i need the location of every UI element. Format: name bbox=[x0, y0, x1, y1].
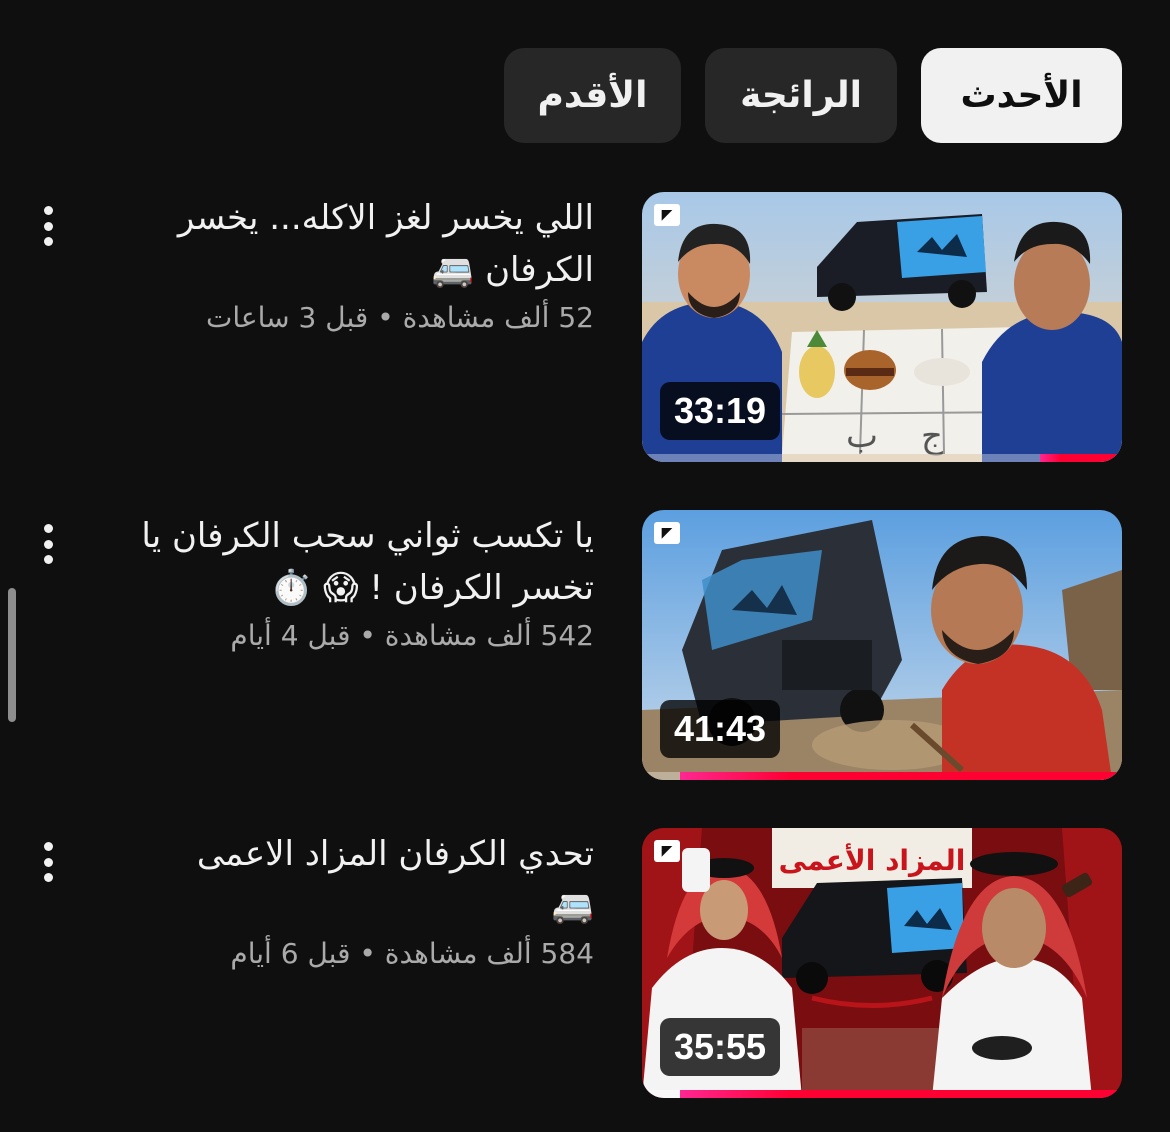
video-title: تحدي الكرفان المزاد الاعمى 🚐 bbox=[80, 828, 594, 932]
thumbnail-letter: ج bbox=[921, 416, 943, 456]
video-row[interactable]: ج ب ◤ 33:19 اللي يخسر لغز الاكله... يخسر… bbox=[0, 192, 1170, 462]
video-duration: 35:55 bbox=[660, 1018, 781, 1076]
watch-progress-bar bbox=[1040, 454, 1122, 462]
video-title-line: الكرفان 🚐 bbox=[431, 250, 594, 290]
video-title: اللي يخسر لغز الاكله... يخسر الكرفان 🚐 bbox=[80, 192, 594, 296]
scrollbar-thumb[interactable] bbox=[8, 588, 16, 722]
video-title-line: يا تكسب ثواني سحب الكرفان يا bbox=[141, 516, 594, 556]
watch-progress-bar bbox=[680, 1090, 1122, 1098]
video-duration: 33:19 bbox=[660, 382, 781, 440]
video-thumbnail[interactable]: ج ب ◤ 33:19 bbox=[642, 192, 1122, 462]
video-title-line: تحدي الكرفان المزاد الاعمى bbox=[196, 834, 594, 874]
progress-track bbox=[642, 772, 1122, 780]
shorts-badge-icon: ◤ bbox=[654, 840, 680, 862]
video-title: يا تكسب ثواني سحب الكرفان يا تخسر الكرفا… bbox=[80, 510, 594, 614]
filter-chip-newest[interactable]: الأحدث bbox=[921, 48, 1122, 143]
video-title-line: اللي يخسر لغز الاكله... يخسر bbox=[177, 198, 594, 238]
watch-progress-bar bbox=[680, 772, 1122, 780]
progress-track bbox=[642, 1090, 1122, 1098]
more-options-icon[interactable] bbox=[36, 206, 60, 246]
video-info[interactable]: يا تكسب ثواني سحب الكرفان يا تخسر الكرفا… bbox=[80, 510, 594, 656]
shorts-badge-icon: ◤ bbox=[654, 522, 680, 544]
progress-track bbox=[642, 454, 1122, 462]
filter-chip-oldest[interactable]: الأقدم bbox=[504, 48, 681, 143]
video-info[interactable]: تحدي الكرفان المزاد الاعمى 🚐 584 ألف مشا… bbox=[80, 828, 594, 974]
video-thumbnail[interactable]: المزاد الأعمى ◤ 35:55 bbox=[642, 828, 1122, 1098]
more-options-icon[interactable] bbox=[36, 842, 60, 882]
video-thumbnail[interactable]: ◤ 41:43 bbox=[642, 510, 1122, 780]
video-meta: 542 ألف مشاهدة • قبل 4 أيام bbox=[230, 619, 594, 652]
thumbnail-letter: ب bbox=[846, 416, 878, 456]
video-meta: 584 ألف مشاهدة • قبل 6 أيام bbox=[230, 937, 594, 970]
video-meta: 52 ألف مشاهدة • قبل 3 ساعات bbox=[206, 301, 594, 334]
video-row[interactable]: ◤ 41:43 يا تكسب ثواني سحب الكرفان يا تخس… bbox=[0, 510, 1170, 780]
video-row[interactable]: المزاد الأعمى ◤ 35:55 تحدي الكرفان المزا… bbox=[0, 828, 1170, 1098]
video-duration: 41:43 bbox=[660, 700, 781, 758]
more-options-icon[interactable] bbox=[36, 524, 60, 564]
shorts-badge-icon: ◤ bbox=[654, 204, 680, 226]
video-title-line: 🚐 bbox=[551, 886, 594, 926]
video-info[interactable]: اللي يخسر لغز الاكله... يخسر الكرفان 🚐 5… bbox=[80, 192, 594, 338]
video-title-line: تخسر الكرفان ! 😱 ⏱️ bbox=[269, 568, 594, 608]
filter-chip-popular[interactable]: الرائجة bbox=[705, 48, 897, 143]
auction-sign-text: المزاد الأعمى bbox=[779, 843, 966, 877]
